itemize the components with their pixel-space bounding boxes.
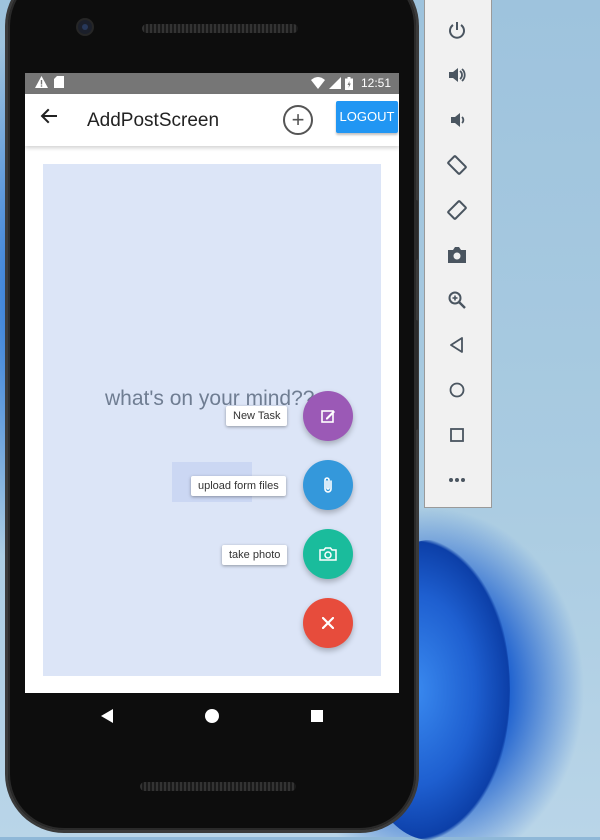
screenshot-camera-icon[interactable]: [443, 241, 471, 269]
phone-side-button: [414, 200, 418, 260]
status-time: 12:51: [360, 76, 391, 90]
camera-icon: [319, 547, 337, 561]
power-icon[interactable]: [443, 16, 471, 44]
rotate-left-icon[interactable]: [443, 151, 471, 179]
nav-home-icon[interactable]: [205, 709, 219, 723]
device-screen: 12:51 AddPostScreen + LOGOUT what's on y…: [25, 73, 399, 693]
overview-icon[interactable]: [443, 421, 471, 449]
new-task-label[interactable]: New Task: [226, 406, 288, 426]
bottom-speaker: [140, 782, 296, 791]
new-task-fab[interactable]: [303, 391, 353, 441]
warning-icon: [35, 76, 48, 88]
nav-back-icon[interactable]: [101, 709, 113, 723]
more-icon[interactable]: [443, 466, 471, 494]
emulator-toolbar: [424, 0, 492, 508]
app-bar: AddPostScreen + LOGOUT: [25, 94, 399, 146]
take-photo-label[interactable]: take photo: [222, 545, 288, 565]
close-icon: [322, 617, 334, 629]
home-icon[interactable]: [443, 376, 471, 404]
volume-up-icon[interactable]: [443, 61, 471, 89]
battery-icon: [344, 76, 353, 90]
top-speaker: [142, 24, 298, 33]
back-icon[interactable]: [443, 331, 471, 359]
phone-volume-button: [414, 320, 418, 430]
page-title: AddPostScreen: [87, 110, 220, 131]
upload-files-label[interactable]: upload form files: [191, 476, 286, 496]
wifi-icon: [310, 77, 325, 89]
front-camera: [78, 20, 92, 34]
close-fab[interactable]: [303, 598, 353, 648]
add-circle-icon[interactable]: +: [283, 105, 313, 135]
take-photo-fab[interactable]: [303, 529, 353, 579]
zoom-icon[interactable]: [443, 286, 471, 314]
logout-button[interactable]: LOGOUT: [336, 101, 398, 133]
nav-recent-icon[interactable]: [311, 710, 323, 722]
android-nav-bar: [25, 693, 399, 743]
rotate-right-icon[interactable]: [443, 196, 471, 224]
sd-card-icon: [54, 76, 64, 88]
signal-icon: [328, 77, 341, 89]
edit-icon: [321, 410, 335, 423]
paperclip-icon: [324, 477, 332, 493]
status-bar: 12:51: [25, 73, 399, 94]
volume-down-icon[interactable]: [443, 106, 471, 134]
upload-files-fab[interactable]: [303, 460, 353, 510]
back-arrow-icon[interactable]: [37, 106, 61, 130]
